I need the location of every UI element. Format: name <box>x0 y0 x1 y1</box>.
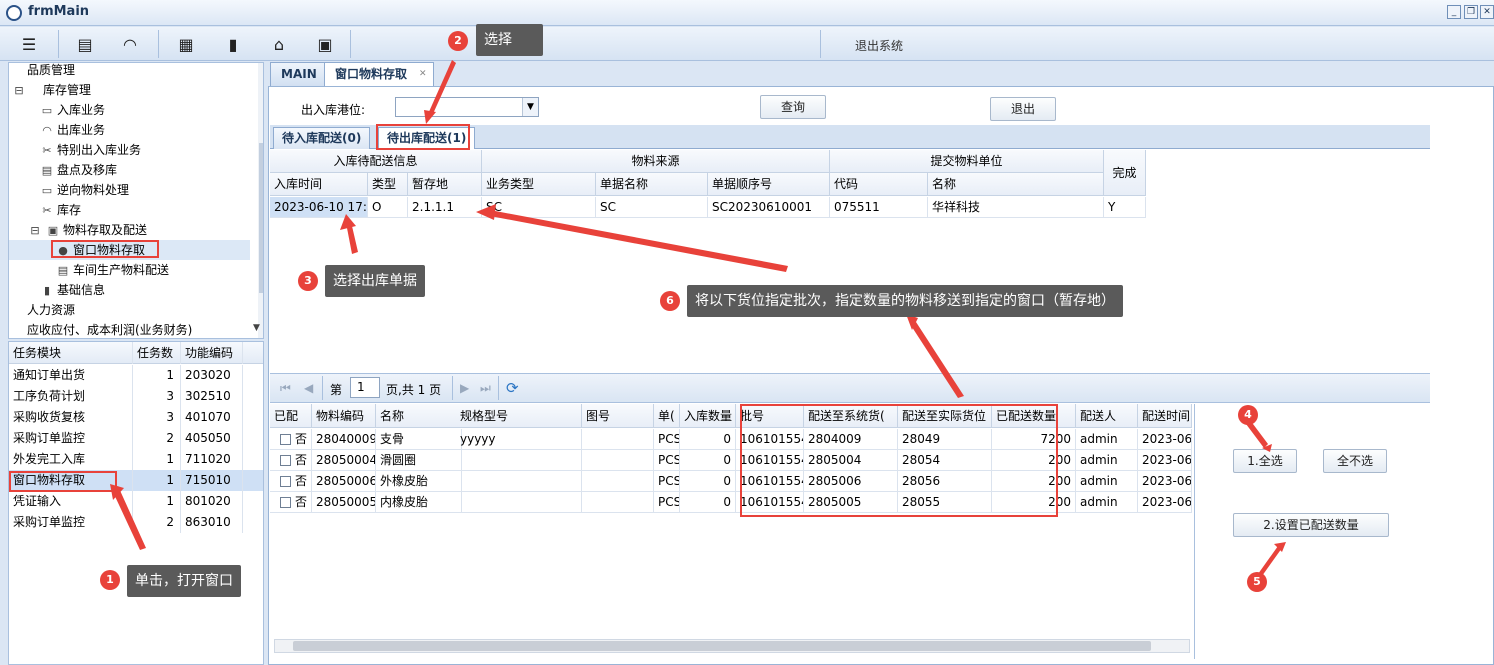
step-badge: 3 <box>298 271 318 291</box>
step-badge: 4 <box>1238 405 1258 425</box>
callout-3: 选择出库单据 <box>325 265 425 297</box>
arrow-1 <box>113 486 146 550</box>
highlight-task-row <box>9 471 117 492</box>
step-badge: 2 <box>448 31 468 51</box>
arrow-2 <box>428 60 456 116</box>
arrow-3 <box>347 226 358 254</box>
highlight-batch-columns <box>740 404 1058 517</box>
arrow-6b <box>910 322 964 398</box>
step-badge: 5 <box>1247 572 1267 592</box>
callout-1: 单击，打开窗口 <box>127 565 241 597</box>
arrow-3-head <box>340 214 356 230</box>
arrow-2-head <box>424 110 436 124</box>
arrow-6a <box>490 210 788 272</box>
step-badge: 6 <box>660 291 680 311</box>
highlight-outbound-tab <box>376 124 470 150</box>
callout-2: 选择 <box>476 24 543 56</box>
highlight-tree-item <box>51 240 159 258</box>
arrow-5 <box>1258 546 1282 576</box>
callout-6: 将以下货位指定批次，指定数量的物料移送到指定的窗口（暂存地） <box>687 285 1123 317</box>
step-badge: 1 <box>100 570 120 590</box>
arrow-6a-head <box>476 204 496 220</box>
